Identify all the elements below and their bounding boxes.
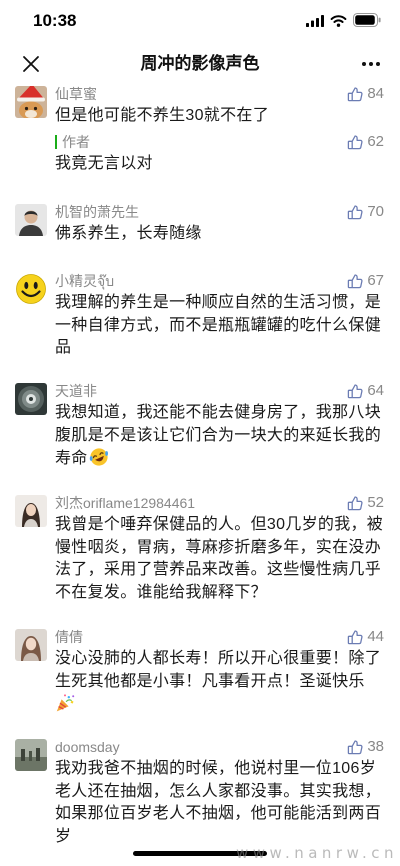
commenter-name: 小精灵จุ๊บ [55, 273, 115, 289]
author-label: 作者 [62, 134, 90, 150]
watermark: www.nanrw.cn [236, 844, 398, 862]
more-dots-icon [362, 62, 380, 66]
comment-text-line: 品 [55, 339, 72, 356]
comment-text: 我想知道，我还能不能去健身房了，我那八块 腹肌是不是该让它们合为一块大的来延长我… [55, 402, 390, 470]
party-popper-emoji-icon [56, 694, 75, 712]
screen: 10:38 周冲的影像声色 仙草蜜 84 但是他可能不养生30就不在了 作者 6… [0, 0, 400, 866]
thumbs-up-icon [347, 86, 363, 102]
comment-text-line: 如果那位百岁老人不抽烟，他可能能活到两百 [55, 805, 382, 822]
like-count: 84 [367, 85, 384, 102]
page-title: 周冲的影像声色 [140, 54, 260, 73]
comment-item: doomsday 38 我劝我爸不抽烟的时候，他说村里一位106岁 老人还在抽烟… [0, 737, 400, 849]
like-count: 64 [367, 382, 384, 399]
avatar [15, 495, 47, 527]
comment-item: 小精灵จุ๊บ 67 我理解的养生是一种顺应自然的生活习惯，是 一种自律方式，而… [0, 271, 400, 363]
rolling-on-floor-laughing-emoji-icon [89, 448, 108, 466]
reply-text: 我竟无言以对 [55, 153, 390, 176]
comment-item: 刘杰oriflame12984461 52 我曾是个唾弃保健品的人。但30几岁的… [0, 493, 400, 607]
comment-text-line: 我曾是个唾弃保健品的人。但30几岁的我，被 [55, 516, 384, 533]
comment-item: 机智的萧先生 70 佛系养生，长寿随缘 [0, 202, 400, 250]
comment-text-line: 我理解的养生是一种顺应自然的生活习惯，是 [55, 294, 382, 311]
avatar [15, 629, 47, 661]
comment-text-line: 法了，采用了营养品来改善。这些慢性病几乎 [55, 561, 382, 578]
wifi-icon [330, 15, 347, 27]
thumbs-up-icon [347, 739, 363, 755]
thumbs-up-icon [347, 273, 363, 289]
author-reply-bar [55, 135, 57, 149]
like-button[interactable]: 62 [347, 132, 384, 152]
like-button[interactable]: 38 [347, 737, 384, 757]
thumbs-up-icon [347, 134, 363, 150]
comment-text: 佛系养生，长寿随缘 [55, 223, 390, 246]
thumbs-up-icon [347, 495, 363, 511]
avatar [15, 204, 47, 236]
comment-text-line: 我想知道，我还能不能去健身房了，我那八块 [55, 404, 382, 421]
comment-item: 倩倩 44 没心没肺的人都长寿！所以开心很重要！除了 生死其他都是小事！凡事看开… [0, 627, 400, 719]
commenter-name: 天道非 [55, 383, 97, 399]
reply-text-line: 我竟无言以对 [55, 155, 153, 172]
battery-icon [353, 13, 381, 27]
like-count: 67 [367, 272, 384, 289]
like-count: 44 [367, 628, 384, 645]
like-button[interactable]: 44 [347, 627, 384, 647]
commenter-name: doomsday [55, 739, 120, 755]
like-button[interactable]: 70 [347, 202, 384, 222]
like-button[interactable]: 67 [347, 271, 384, 291]
comment-text-line: 寿命 [55, 447, 390, 470]
commenter-name: 刘杰oriflame12984461 [55, 495, 196, 511]
like-count: 52 [367, 494, 384, 511]
nav-bar: 周冲的影像声色 [0, 44, 400, 86]
close-icon [23, 56, 39, 72]
comment-text-line: 一种自律方式，而不是瓶瓶罐罐的吃什么保健 [55, 316, 382, 334]
battery-level-fill [355, 15, 375, 25]
comment-text-line: 佛系养生，长寿随缘 [55, 225, 202, 242]
comment-text: 我理解的养生是一种顺应自然的生活习惯，是 一种自律方式，而不是瓶瓶罐罐的吃什么保… [55, 292, 390, 360]
thumbs-up-icon [347, 629, 363, 645]
comment-text-fragment: 寿命 [55, 450, 88, 467]
comment-text: 但是他可能不养生30就不在了 [55, 105, 390, 128]
commenter-name: 倩倩 [55, 629, 83, 645]
comment-text-line: 没心没肺的人都长寿！所以开心很重要！除了 [55, 650, 382, 667]
avatar [15, 86, 47, 118]
comment-text: 我曾是个唾弃保健品的人。但30几岁的我，被 慢性咽炎，胃病，荨麻疹折磨多年，实在… [55, 514, 390, 604]
like-count: 62 [367, 133, 384, 150]
like-count: 38 [367, 738, 384, 755]
comment-text-line: 生死其他都是小事！凡事看开点！圣诞快乐 [55, 672, 365, 690]
thumbs-up-icon [347, 383, 363, 399]
status-time: 10:38 [33, 11, 77, 30]
avatar [15, 383, 47, 415]
author-reply: 作者 62 我竟无言以对 [0, 132, 400, 178]
comment-text-line: 我劝我爸不抽烟的时候，他说村里一位106岁 [55, 760, 376, 777]
commenter-name: 机智的萧先生 [55, 204, 139, 220]
status-bar: 10:38 [0, 0, 400, 44]
like-button[interactable]: 84 [347, 84, 384, 104]
like-button[interactable]: 52 [347, 493, 384, 513]
like-count: 70 [367, 203, 384, 220]
comment-text-line: 不在复发。谁能给我解释下？ [55, 583, 267, 601]
more-button[interactable] [358, 58, 384, 70]
thumbs-up-icon [347, 204, 363, 220]
comment-text-line [55, 693, 390, 716]
cellular-signal-icon [306, 15, 324, 27]
comment-text: 没心没肺的人都长寿！所以开心很重要！除了 生死其他都是小事！凡事看开点！圣诞快乐 [55, 648, 390, 716]
comment-item: 仙草蜜 84 但是他可能不养生30就不在了 作者 62 我竟无言以对 [0, 84, 400, 188]
avatar [15, 739, 47, 771]
comment-item: 天道非 64 我想知道，我还能不能去健身房了，我那八块 腹肌是不是该让它们合为一… [0, 381, 400, 473]
like-button[interactable]: 64 [347, 381, 384, 401]
close-button[interactable] [19, 52, 43, 76]
comment-text-line: 腹肌是不是该让它们合为一块大的来延长我的 [55, 426, 382, 444]
comment-text-line: 但是他可能不养生30就不在了 [55, 107, 269, 124]
commenter-name: 仙草蜜 [55, 86, 97, 102]
comment-text: 我劝我爸不抽烟的时候，他说村里一位106岁 老人还在抽烟，怎么人家都没事。其实我… [55, 758, 390, 848]
avatar [15, 273, 47, 305]
comment-text-line: 老人还在抽烟，怎么人家都没事。其实我想， [55, 782, 382, 800]
comment-text-line: 慢性咽炎，胃病，荨麻疹折磨多年，实在没办 [55, 538, 382, 556]
